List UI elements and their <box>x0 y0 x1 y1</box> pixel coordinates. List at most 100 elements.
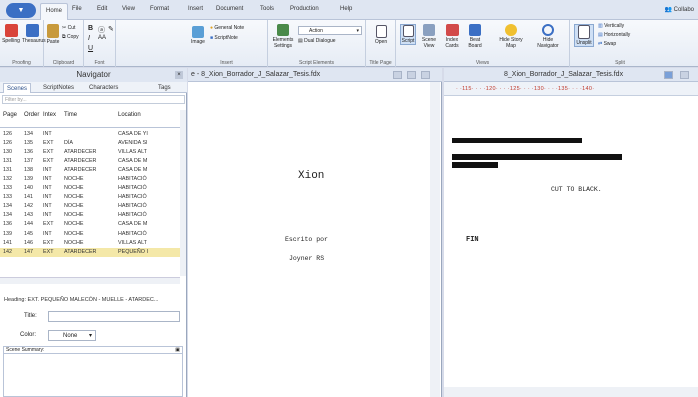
pane-close-button[interactable] <box>421 71 430 79</box>
unsplit-icon <box>578 25 590 39</box>
app-menu-button[interactable]: ▼ <box>6 3 36 18</box>
group-label-views: Views <box>475 60 490 66</box>
author: Joyner RS <box>289 255 325 262</box>
pane-minimize-button[interactable] <box>664 71 673 79</box>
col-time[interactable]: Time <box>64 112 77 118</box>
split-vertically-button[interactable]: ▥ Vertically <box>598 23 624 29</box>
col-page[interactable]: Page <box>3 112 17 118</box>
cell-page: 141 <box>3 239 12 246</box>
pane-split-button[interactable] <box>407 71 416 79</box>
elements-settings-button[interactable]: Elements Settings <box>271 24 295 49</box>
unsplit-button[interactable]: Unsplit <box>574 24 594 47</box>
tab-tags[interactable]: Tags <box>155 83 174 93</box>
cell-time: ATARDECER <box>64 167 97 174</box>
tab-insert[interactable]: Insert <box>188 6 203 12</box>
tab-help[interactable]: Help <box>340 6 352 12</box>
transition-text: CUT TO BLACK. <box>551 186 602 193</box>
spelling-icon <box>4 24 18 37</box>
cell-time: NOCHE <box>64 230 84 237</box>
table-row[interactable]: 139 145 INT NOCHE HABITACIÓ <box>0 230 180 239</box>
beat-board-button[interactable]: Beat Board <box>466 24 484 49</box>
scene-view-button[interactable]: Scene View <box>420 24 438 49</box>
split-vertical-icon: ▥ <box>598 23 603 29</box>
bold-button[interactable]: B <box>88 25 93 32</box>
highlight-icon[interactable]: ✎ <box>108 25 114 33</box>
navigator-hscrollbar[interactable] <box>0 277 180 284</box>
copy-button[interactable]: ⧉ Copy <box>62 34 79 40</box>
pane-close-button[interactable] <box>680 71 689 79</box>
cell-order: 138 <box>24 167 33 174</box>
font-color-icon[interactable]: ⓐ <box>98 25 105 35</box>
table-row[interactable]: 126 135 EXT DÍA AVENIDA SI <box>0 139 180 148</box>
pane-right-hscrollbar[interactable] <box>444 387 698 397</box>
table-row[interactable]: 134 143 INT NOCHE HABITACIÓ <box>0 211 180 220</box>
font-size-icon[interactable]: AA <box>98 35 106 41</box>
table-row[interactable]: 133 141 INT NOCHE HABITACIÓ <box>0 193 180 202</box>
filter-input[interactable]: Filter by... <box>2 95 185 104</box>
unsplit-label: Unsplit <box>576 40 592 46</box>
cell-time: NOCHE <box>64 212 84 219</box>
tab-document[interactable]: Document <box>216 6 243 12</box>
underline-button[interactable]: U <box>88 45 93 52</box>
table-row[interactable]: 126 134 INT CASA DE YI <box>0 130 180 139</box>
dual-dialogue-icon: ▤ <box>298 38 303 44</box>
index-cards-button[interactable]: Index Cards <box>442 24 462 49</box>
paste-button[interactable]: Paste <box>46 24 60 45</box>
table-row[interactable]: 130 136 EXT ATARDECER VILLAS ALT <box>0 148 180 157</box>
col-intex[interactable]: Intex <box>43 112 56 118</box>
hide-story-map-button[interactable]: Hide Story Map <box>496 24 526 49</box>
scriptnote-button[interactable]: ■ ScriptNote <box>210 35 238 41</box>
italic-button[interactable]: I <box>88 35 90 42</box>
tab-scenes[interactable]: Scenes <box>3 83 32 93</box>
table-row[interactable]: 132 139 INT NOCHE HABITACIÓ <box>0 175 180 184</box>
spelling-button[interactable]: Spelling <box>2 24 20 44</box>
table-row[interactable]: 134 142 INT NOCHE HABITACIÓ <box>0 202 180 211</box>
col-location[interactable]: Location <box>118 112 141 118</box>
navigator-scrollbar[interactable] <box>180 110 186 276</box>
title-input[interactable] <box>48 311 180 322</box>
pane-minimize-button[interactable] <box>393 71 402 79</box>
col-order[interactable]: Order <box>24 112 39 118</box>
ribbon: Spelling Thesaurus Proofing Paste ✂ Cut … <box>0 20 698 67</box>
pane-left-scrollbar[interactable] <box>430 82 440 397</box>
scene-heading: Heading: EXT. PEQUEÑO MALECÓN - MUELLE -… <box>4 297 159 303</box>
general-note-label: General Note <box>214 25 245 31</box>
image-button[interactable]: Image <box>190 26 206 45</box>
split-horizontally-button[interactable]: ▤ Horizontally <box>598 32 630 38</box>
cell-location: CASA DE YI <box>118 131 148 137</box>
tab-format[interactable]: Format <box>150 6 169 12</box>
scene-summary-input[interactable] <box>3 354 183 397</box>
tab-home[interactable]: Home <box>40 3 69 20</box>
tab-tools[interactable]: Tools <box>260 6 274 12</box>
swap-button[interactable]: ⇄ Swap <box>598 41 616 47</box>
table-row[interactable]: 131 137 EXT ATARDECER CASA DE M <box>0 157 180 166</box>
cell-time: DÍA <box>64 140 73 147</box>
dual-dialogue-button[interactable]: ▤ Dual Dialogue <box>298 38 336 44</box>
cell-order: 136 <box>24 149 33 156</box>
hide-navigator-button[interactable]: Hide Navigator <box>532 24 564 49</box>
cell-time: ATARDECER <box>64 158 97 165</box>
table-row[interactable]: 131 138 INT ATARDECER CASA DE M <box>0 166 180 175</box>
cut-button[interactable]: ✂ Cut <box>62 25 75 31</box>
table-row[interactable]: 136 144 EXT NOCHE CASA DE M <box>0 220 180 229</box>
open-title-page-button[interactable]: Open <box>372 25 390 45</box>
general-note-button[interactable]: ● General Note <box>210 25 244 31</box>
element-type-dropdown[interactable]: Action ▾ <box>298 26 362 35</box>
cell-location: HABITACIÓ <box>118 194 147 201</box>
tab-view[interactable]: View <box>122 6 135 12</box>
color-select[interactable]: None ▾ <box>48 330 96 341</box>
table-row[interactable]: 133 140 INT NOCHE HABITACIÓ <box>0 184 180 193</box>
tab-file[interactable]: File <box>72 6 82 12</box>
group-script-elements: Elements Settings Action ▾ ▤ Dual Dialogu… <box>268 20 366 67</box>
tab-scriptnotes[interactable]: ScriptNotes <box>40 83 77 93</box>
script-view-button[interactable]: Script <box>400 24 416 45</box>
tab-production[interactable]: Production <box>290 6 319 12</box>
menu-icon[interactable]: ▣ <box>175 347 180 354</box>
tab-edit[interactable]: Edit <box>97 6 107 12</box>
user-label[interactable]: 👥 Collabo <box>664 6 694 13</box>
close-icon[interactable]: × <box>175 71 183 79</box>
tab-characters[interactable]: Characters <box>86 83 121 93</box>
thesaurus-button[interactable]: Thesaurus <box>22 24 46 44</box>
table-row[interactable]: 142 147 EXT ATARDECER PEQUEÑO I <box>0 247 180 257</box>
table-row[interactable]: 141 146 EXT NOCHE VILLAS ALT <box>0 239 180 248</box>
